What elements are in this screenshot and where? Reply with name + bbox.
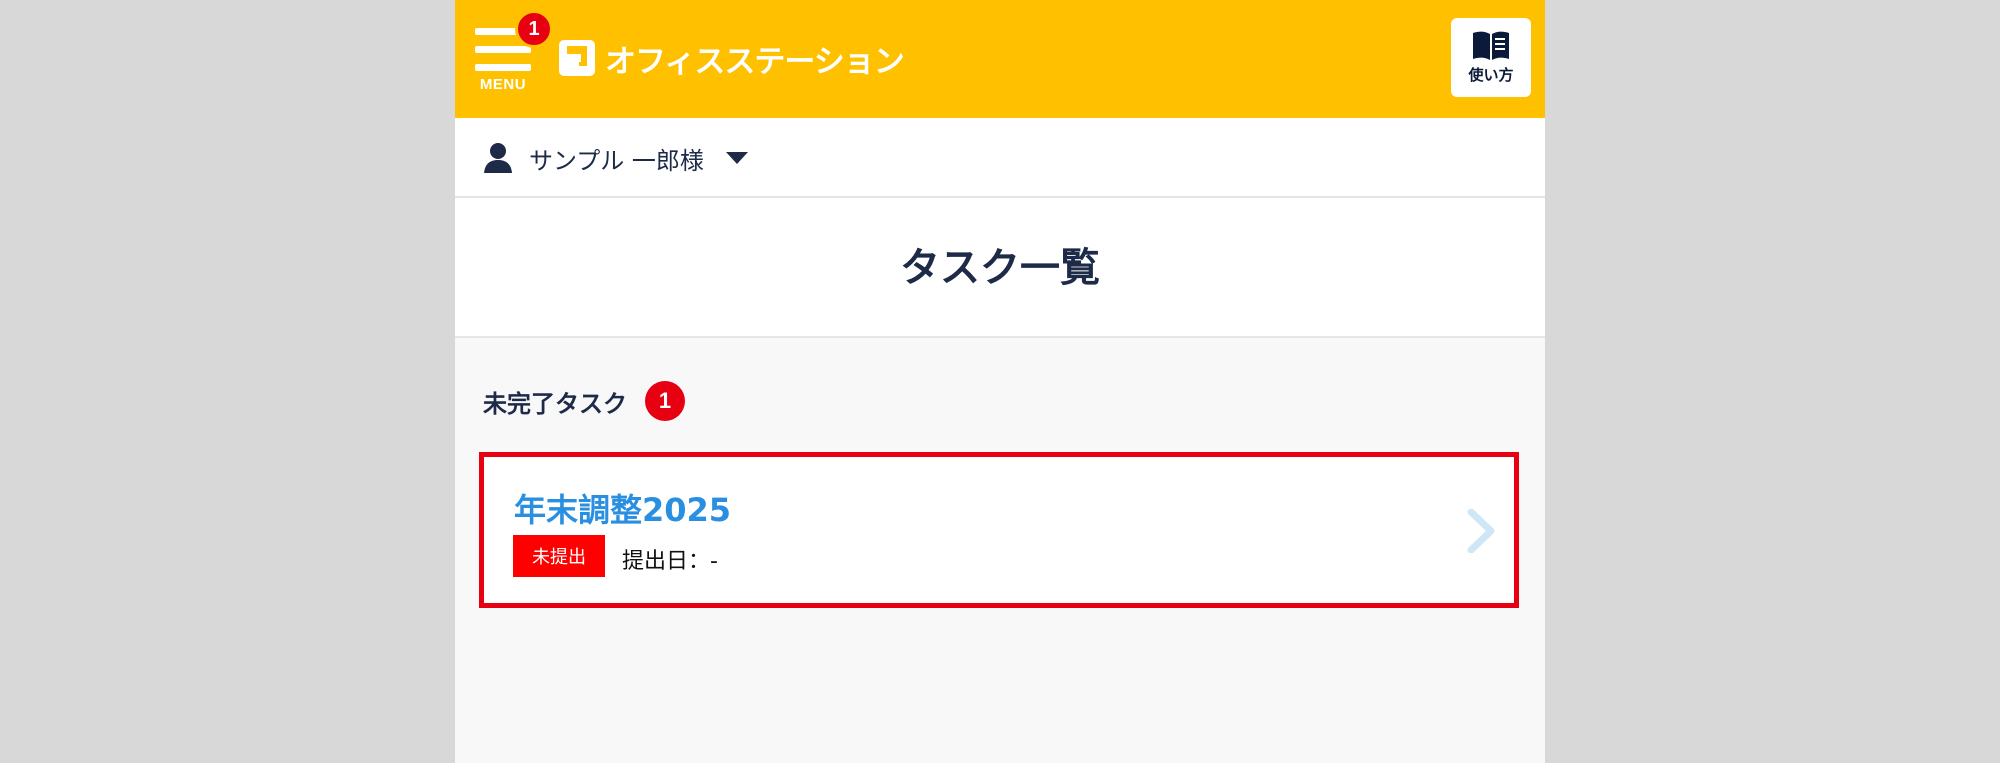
section-header: 未完了タスク 1 — [483, 381, 685, 421]
menu-label: MENU — [479, 76, 527, 93]
chevron-right-icon — [1467, 509, 1495, 553]
menu-button[interactable]: MENU 1 — [473, 10, 553, 98]
section-count-badge: 1 — [645, 381, 685, 421]
app-frame: MENU 1 オフィスステーション 使い方 サンプル 一郎様 タスク一覧 未完了… — [455, 0, 1545, 763]
brand-name: オフィスステーション — [605, 43, 905, 80]
book-icon — [1473, 31, 1509, 60]
user-name: サンプル 一郎様 — [529, 146, 704, 175]
help-button[interactable]: 使い方 — [1451, 18, 1531, 97]
caret-down-icon — [725, 152, 748, 164]
section-label: 未完了タスク — [483, 389, 627, 418]
app-header: MENU 1 オフィスステーション 使い方 — [455, 0, 1545, 118]
brand-logo[interactable]: オフィスステーション — [557, 36, 905, 80]
user-bar: サンプル 一郎様 — [455, 118, 1545, 198]
person-icon — [484, 143, 512, 173]
help-label: 使い方 — [1468, 66, 1514, 84]
user-menu-toggle[interactable]: サンプル 一郎様 — [483, 140, 748, 176]
task-title: 年末調整2025 — [514, 491, 732, 529]
page-title-band: タスク一覧 — [455, 198, 1545, 338]
logo-mark-icon — [559, 40, 595, 76]
menu-notification-badge: 1 — [515, 10, 553, 48]
submit-date: 提出日：- — [622, 549, 718, 574]
status-badge: 未提出 — [513, 535, 605, 577]
task-card[interactable]: 年末調整2025 未提出 提出日：- — [479, 452, 1519, 608]
page-title: タスク一覧 — [900, 245, 1100, 291]
